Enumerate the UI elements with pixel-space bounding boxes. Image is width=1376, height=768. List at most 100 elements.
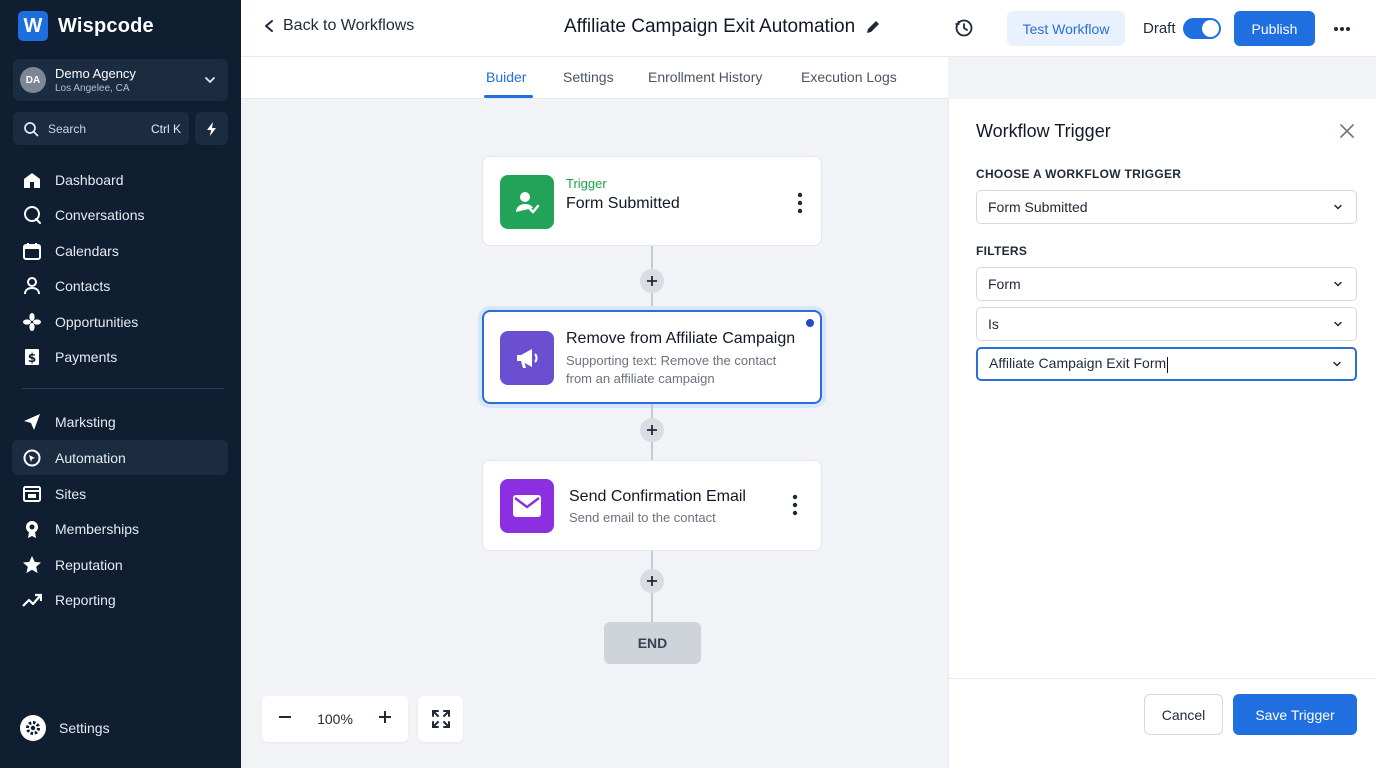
sidebar-item-contacts[interactable]: Contacts — [12, 268, 228, 303]
filters-section-label: FILTERS — [976, 244, 1028, 258]
action-title: Remove from Affiliate Campaign — [566, 330, 796, 347]
search-button[interactable]: Search Ctrl K — [13, 112, 189, 145]
zoom-controls: 100% — [262, 696, 408, 742]
filter-value-select[interactable]: Affiliate Campaign Exit Form — [976, 347, 1357, 381]
close-icon[interactable] — [1339, 123, 1355, 144]
sidebar-item-automation[interactable]: Automation — [12, 440, 228, 475]
zoom-level: 100% — [317, 711, 353, 727]
sidebar-item-label: Calendars — [55, 242, 119, 259]
sidebar-item-calendars[interactable]: Calendars — [12, 233, 228, 268]
panel-title: Workflow Trigger — [976, 121, 1111, 141]
sidebar-item-label: Opportunities — [55, 313, 139, 330]
sidebar-item-sites[interactable]: Sites — [12, 476, 228, 511]
more-options-icon[interactable] — [1333, 20, 1351, 43]
zoom-in-button[interactable] — [378, 710, 392, 729]
tab-builder[interactable]: Buider — [486, 69, 526, 85]
quick-actions-button[interactable] — [195, 112, 228, 145]
cancel-button[interactable]: Cancel — [1144, 694, 1223, 735]
sidebar: W Wispcode DA Demo Agency Los Angelee, C… — [0, 0, 241, 768]
user-check-icon — [500, 175, 554, 229]
tab-enrollment-history[interactable]: Enrollment History — [648, 69, 762, 85]
back-label: Back to Workflows — [283, 17, 415, 34]
draft-toggle[interactable] — [1183, 18, 1221, 39]
filter-operator-value: Is — [988, 316, 999, 332]
filter-value-wrap: Affiliate Campaign Exit Form — [989, 355, 1169, 373]
badge-icon — [21, 518, 43, 540]
history-icon[interactable] — [954, 18, 974, 43]
sidebar-item-label: Memberships — [55, 520, 140, 537]
plus-icon — [647, 425, 657, 435]
sidebar-item-memberships[interactable]: Memberships — [12, 511, 228, 546]
email-subtitle: Send email to the contact — [569, 510, 716, 525]
kebab-menu-icon[interactable] — [792, 494, 798, 521]
brand-logo: W — [18, 11, 48, 41]
workflow-tabs: Buider Settings Enrollment History Execu… — [241, 57, 948, 99]
trend-icon — [21, 589, 43, 611]
star-icon — [21, 554, 43, 576]
send-email-node[interactable]: Send Confirmation Email Send email to th… — [482, 460, 822, 551]
megaphone-icon — [500, 331, 554, 385]
save-trigger-button[interactable]: Save Trigger — [1233, 694, 1357, 735]
sidebar-item-label: Sites — [55, 485, 87, 502]
sidebar-item-reputation[interactable]: Reputation — [12, 547, 228, 582]
chevron-down-icon — [1333, 361, 1341, 367]
zoom-out-button[interactable] — [278, 710, 292, 729]
sidebar-item-conversations[interactable]: Conversations — [12, 197, 228, 232]
pencil-icon[interactable] — [865, 19, 881, 35]
sidebar-item-label: Payments — [55, 348, 118, 365]
selection-indicator — [806, 319, 814, 327]
plus-icon — [647, 276, 657, 286]
remove-affiliate-action-node[interactable]: Remove from Affiliate Campaign Supportin… — [482, 310, 822, 404]
calendar-icon — [21, 240, 43, 262]
back-to-workflows-link[interactable]: Back to Workflows — [263, 17, 414, 35]
sidebar-item-label: Reputation — [55, 556, 123, 573]
publish-button[interactable]: Publish — [1234, 11, 1315, 46]
svg-text:$: $ — [28, 351, 36, 365]
end-node: END — [604, 622, 701, 664]
filter-field-select[interactable]: Form — [976, 267, 1357, 301]
chevron-down-icon — [1334, 321, 1342, 327]
minus-icon — [279, 715, 291, 718]
sidebar-item-label: Settings — [59, 720, 110, 736]
add-step-button[interactable] — [640, 418, 664, 442]
sidebar-item-payments[interactable]: $ Payments — [12, 339, 228, 374]
trigger-type-value: Form Submitted — [988, 199, 1088, 215]
trigger-node[interactable]: Trigger Form Submitted — [482, 156, 822, 246]
filter-operator-select[interactable]: Is — [976, 307, 1357, 341]
chevron-down-icon — [1334, 281, 1342, 287]
filter-value: Affiliate Campaign Exit Form — [989, 355, 1167, 372]
search-label: Search — [48, 121, 87, 136]
tab-settings[interactable]: Settings — [563, 69, 614, 85]
automation-icon — [21, 447, 43, 469]
text-caret — [1167, 356, 1169, 373]
sidebar-item-marketing[interactable]: Marksting — [12, 404, 228, 439]
filter-field-value: Form — [988, 276, 1021, 292]
trigger-section-label: CHOOSE A WORKFLOW TRIGGER — [976, 167, 1182, 181]
search-shortcut: Ctrl K — [151, 121, 181, 136]
brand[interactable]: W Wispcode — [18, 11, 154, 41]
draft-label: Draft — [1143, 20, 1176, 37]
toggle-knob — [1202, 20, 1219, 37]
send-icon — [21, 411, 43, 433]
panel-footer: Cancel Save Trigger — [949, 678, 1376, 768]
add-step-button[interactable] — [640, 269, 664, 293]
add-step-button[interactable] — [640, 569, 664, 593]
fit-to-screen-button[interactable] — [418, 696, 463, 742]
chat-icon — [21, 204, 43, 226]
kebab-menu-icon[interactable] — [797, 192, 803, 219]
sidebar-item-opportunities[interactable]: Opportunities — [12, 304, 228, 339]
workflow-title[interactable]: Affiliate Campaign Exit Automation — [564, 16, 881, 38]
workflow-canvas[interactable]: Trigger Form Submitted Remove from Affil… — [241, 99, 948, 768]
test-workflow-button[interactable]: Test Workflow — [1007, 11, 1125, 46]
workflow-title-text: Affiliate Campaign Exit Automation — [564, 16, 856, 37]
search-icon — [24, 121, 39, 136]
sidebar-item-label: Conversations — [55, 206, 145, 223]
sidebar-item-reporting[interactable]: Reporting — [12, 582, 228, 617]
account-switcher[interactable]: DA Demo Agency Los Angelee, CA — [13, 59, 228, 101]
sidebar-item-dashboard[interactable]: Dashboard — [12, 162, 228, 197]
trigger-type-select[interactable]: Form Submitted — [976, 190, 1357, 224]
tab-execution-logs[interactable]: Execution Logs — [801, 69, 897, 85]
dollar-icon: $ — [21, 346, 43, 368]
sidebar-item-settings[interactable]: Settings — [20, 715, 110, 741]
sidebar-item-label: Automation — [55, 449, 126, 466]
